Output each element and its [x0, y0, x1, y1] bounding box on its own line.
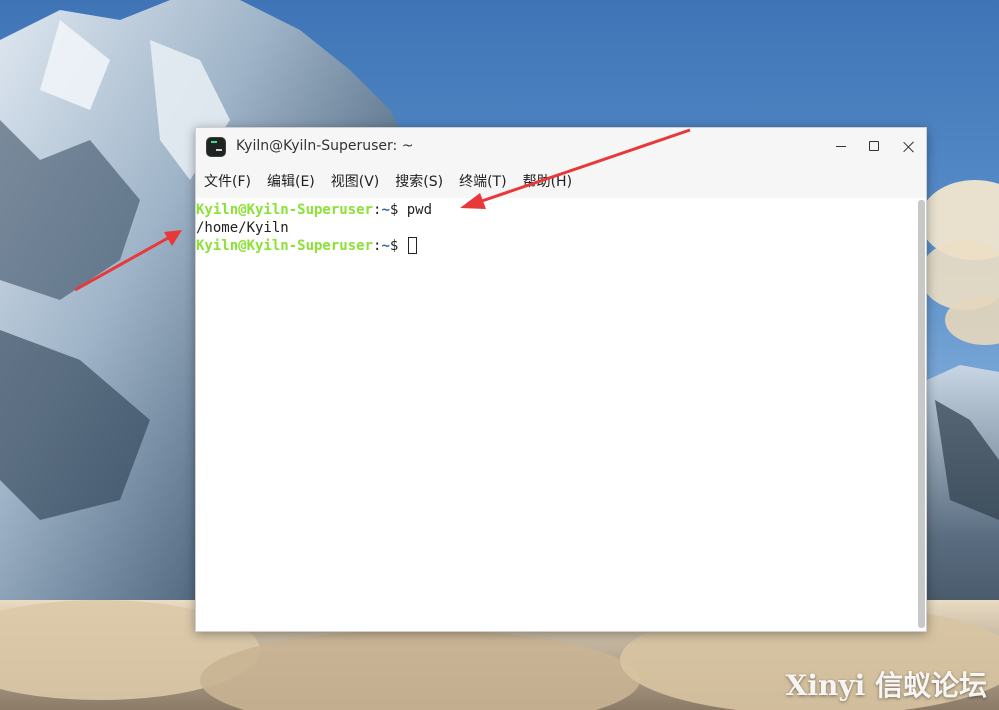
menu-file[interactable]: 文件(F) — [198, 167, 257, 197]
terminal-line: Kyiln@Kyiln-Superuser:~$ — [196, 237, 917, 255]
title-bar[interactable]: Kyiln@Kyiln-Superuser: ~ — [196, 128, 926, 166]
prompt-symbol: $ — [389, 202, 407, 218]
maximize-button[interactable] — [858, 128, 892, 166]
terminal-line: Kyiln@Kyiln-Superuser:~$ pwd — [196, 201, 917, 219]
menu-terminal[interactable]: 终端(T) — [453, 167, 512, 197]
minimize-icon — [836, 146, 846, 147]
terminal-line: /home/Kyiln — [196, 219, 917, 237]
prompt-user-host: Kyiln@Kyiln-Superuser — [196, 202, 374, 218]
text-cursor — [407, 237, 417, 254]
menu-edit[interactable]: 编辑(E) — [261, 167, 321, 197]
window-controls — [824, 128, 926, 166]
terminal-icon — [206, 137, 226, 157]
menu-view[interactable]: 视图(V) — [325, 167, 386, 197]
menu-help[interactable]: 帮助(H) — [517, 167, 578, 197]
menu-search[interactable]: 搜索(S) — [389, 167, 449, 197]
close-button[interactable] — [892, 128, 926, 166]
terminal-window: Kyiln@Kyiln-Superuser: ~ 文件(F) 编辑(E) 视图(… — [195, 127, 927, 632]
window-title: Kyiln@Kyiln-Superuser: ~ — [236, 138, 414, 154]
menu-bar: 文件(F) 编辑(E) 视图(V) 搜索(S) 终端(T) 帮助(H) — [196, 166, 926, 198]
prompt-path: ~ — [381, 202, 390, 218]
vertical-scrollbar[interactable] — [918, 200, 925, 628]
close-icon — [902, 140, 916, 154]
scrollbar-thumb[interactable] — [918, 200, 925, 628]
watermark: Xinyi 信蚁论坛 — [785, 669, 987, 702]
maximize-icon — [869, 141, 879, 151]
prompt-user-host: Kyiln@Kyiln-Superuser — [196, 238, 374, 254]
command-text: pwd — [406, 202, 433, 218]
command-output: /home/Kyiln — [196, 220, 289, 236]
prompt-symbol: $ — [389, 238, 407, 254]
minimize-button[interactable] — [824, 128, 858, 166]
terminal-output[interactable]: Kyiln@Kyiln-Superuser:~$ pwd /home/Kyiln… — [196, 198, 917, 631]
prompt-path: ~ — [381, 238, 390, 254]
